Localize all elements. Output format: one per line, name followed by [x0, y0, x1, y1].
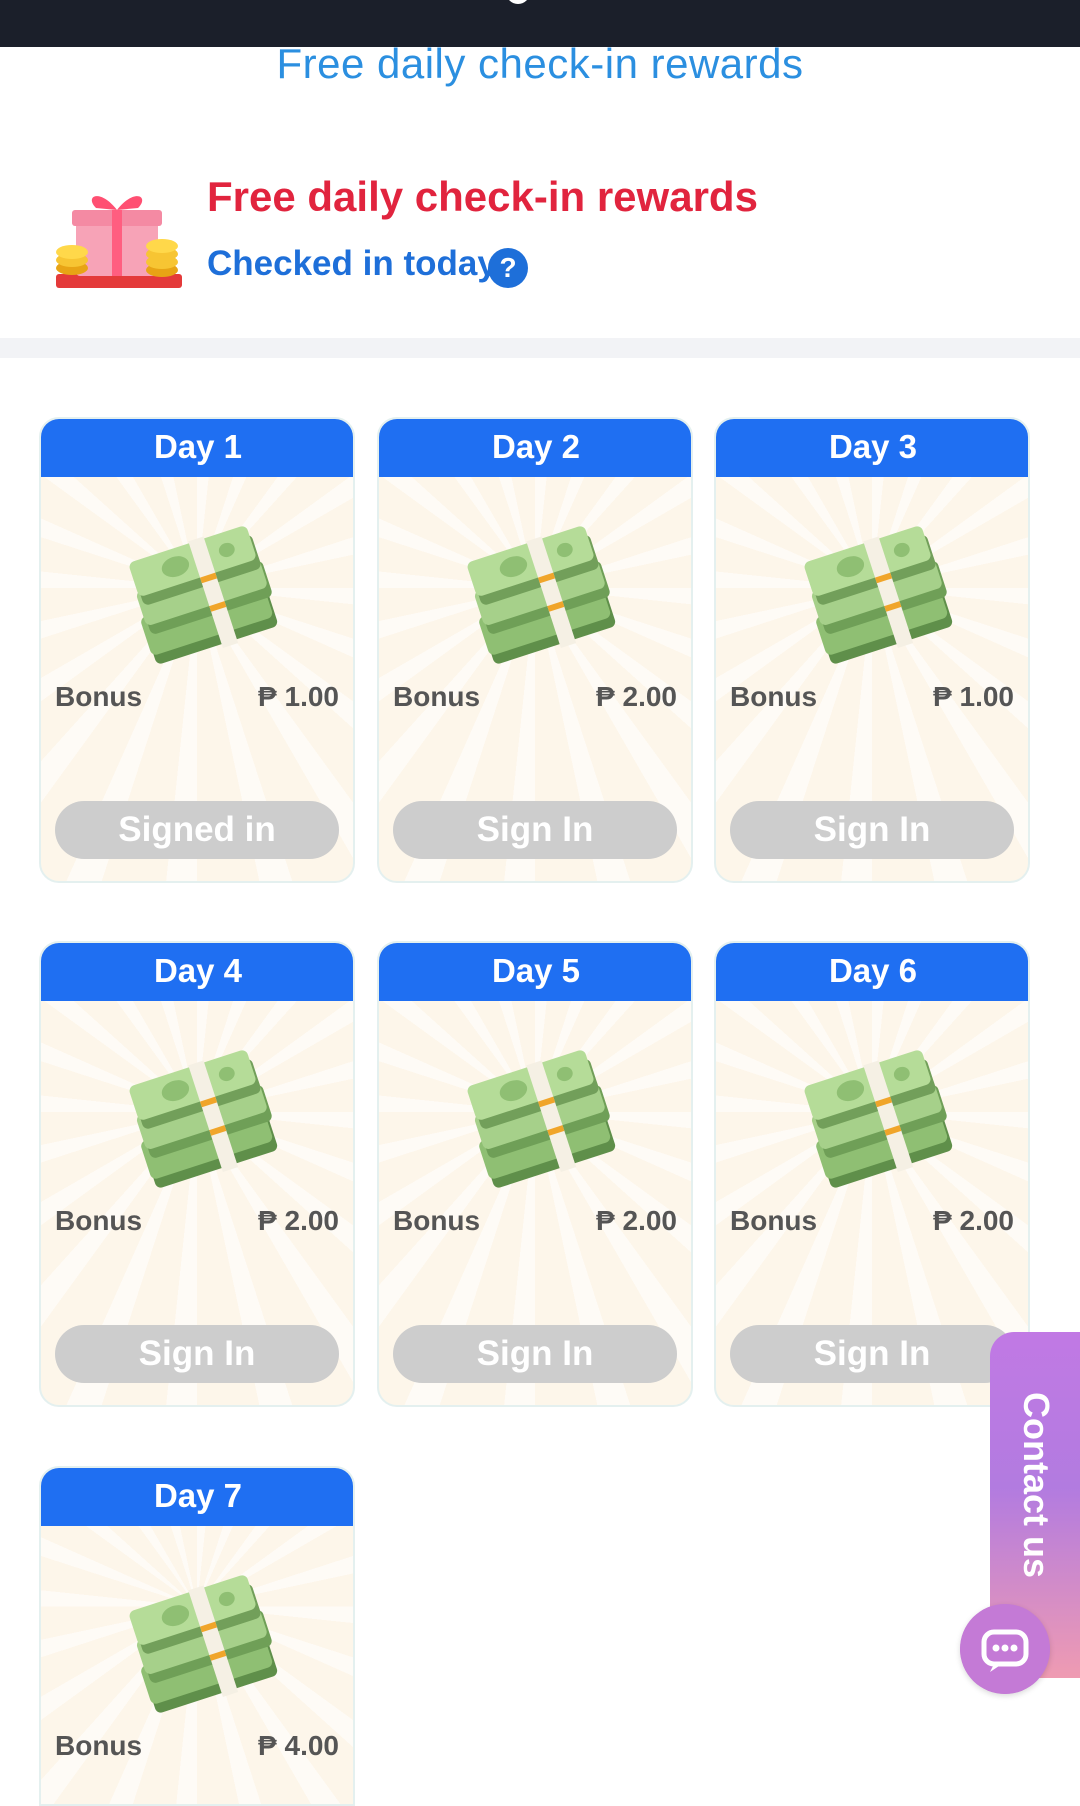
day-label: Day 1 — [41, 419, 353, 477]
bonus-label: Bonus — [393, 681, 481, 712]
day-card-7: Day 7 Bonus ₱ 4.00 — [39, 1466, 355, 1806]
bonus-label: Bonus — [730, 1205, 818, 1236]
day-label: Day 5 — [379, 943, 691, 1001]
signed-in-button[interactable]: Signed in — [55, 801, 339, 859]
page-title: Free daily check-in rewards — [276, 40, 804, 87]
contact-us-label[interactable]: Contact us — [1001, 1392, 1071, 1602]
rewards-heading: Free daily check-in rewards — [207, 173, 758, 220]
day-label: Day 4 — [41, 943, 353, 1001]
day-card-5: Day 5 Bonus ₱ 2.00 Sign In — [377, 941, 693, 1407]
cash-stack-icon — [459, 521, 621, 669]
help-question-icon[interactable]: ? — [488, 248, 528, 288]
bonus-amount: ₱ 1.00 — [258, 681, 339, 712]
sign-in-button[interactable]: Sign In — [55, 1325, 339, 1383]
day-label: Day 3 — [716, 419, 1028, 477]
sign-in-button[interactable]: Sign In — [393, 1325, 677, 1383]
bonus-label: Bonus — [393, 1205, 481, 1236]
cash-stack-icon — [121, 1045, 283, 1193]
bonus-amount: ₱ 2.00 — [596, 681, 677, 712]
bonus-label: Bonus — [55, 681, 143, 712]
day-label: Day 2 — [379, 419, 691, 477]
sign-in-button[interactable]: Sign In — [730, 801, 1014, 859]
day-card-4: Day 4 Bonus ₱ 2.00 Sign In — [39, 941, 355, 1407]
day-label: Day 6 — [716, 943, 1028, 1001]
day-label: Day 7 — [41, 1468, 353, 1526]
bonus-amount: ₱ 4.00 — [258, 1730, 339, 1761]
bonus-amount: ₱ 2.00 — [596, 1205, 677, 1236]
cash-stack-icon — [121, 521, 283, 669]
day-card-6: Day 6 Bonus ₱ 2.00 Sign In — [714, 941, 1030, 1407]
day-card-1: Day 1 Bonus ₱ 1.00 Signed in — [39, 417, 355, 883]
day-card-3: Day 3 Bonus ₱ 1.00 Sign In — [714, 417, 1030, 883]
bonus-label: Bonus — [55, 1730, 143, 1761]
bonus-amount: ₱ 2.00 — [258, 1205, 339, 1236]
bonus-label: Bonus — [730, 681, 818, 712]
chat-bubble-icon[interactable] — [960, 1604, 1050, 1694]
section-divider — [0, 338, 1080, 358]
cash-stack-icon — [796, 1045, 958, 1193]
cash-stack-icon — [459, 1045, 621, 1193]
cash-stack-icon — [796, 521, 958, 669]
day-card-2: Day 2 Bonus ₱ 2.00 Sign In — [377, 417, 693, 883]
cash-stack-icon — [121, 1570, 283, 1718]
gift-coins-icon — [56, 196, 182, 288]
bonus-label: Bonus — [55, 1205, 143, 1236]
sign-in-button[interactable]: Sign In — [730, 1325, 1014, 1383]
camera-notch — [506, 0, 530, 4]
bonus-amount: ₱ 2.00 — [933, 1205, 1014, 1236]
checkin-status-text: Checked in today — [207, 244, 497, 283]
bonus-amount: ₱ 1.00 — [933, 681, 1014, 712]
sign-in-button[interactable]: Sign In — [393, 801, 677, 859]
